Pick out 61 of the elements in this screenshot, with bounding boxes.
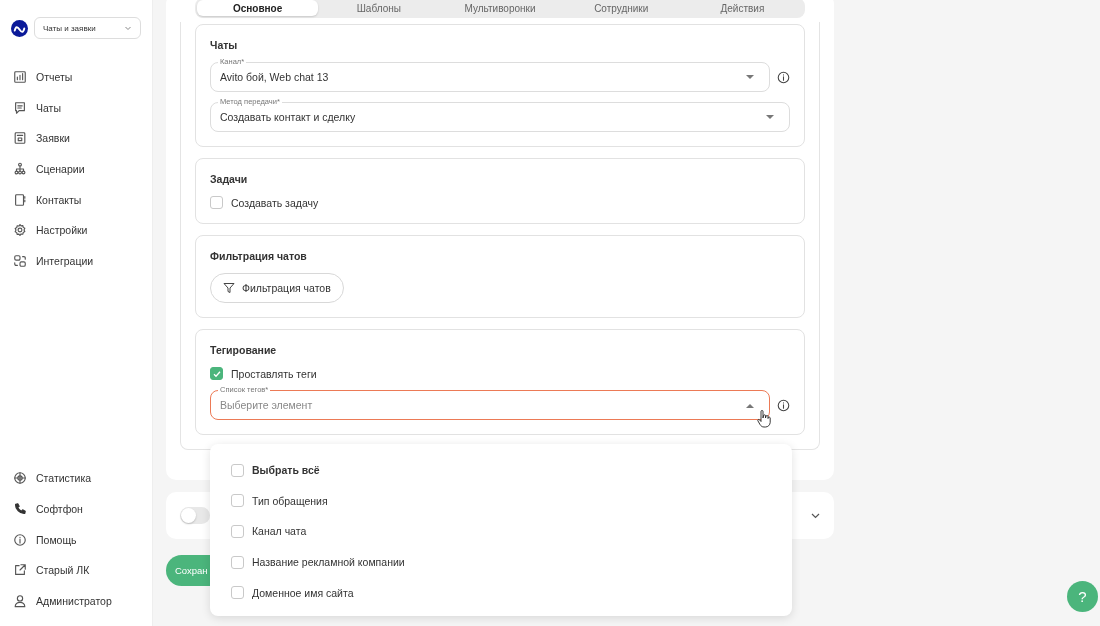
- book-icon: [13, 192, 27, 207]
- dropdown-option[interactable]: Канал чата: [210, 516, 792, 547]
- section-title: Фильтрация чатов: [210, 250, 308, 262]
- nav-item[interactable]: Контакты: [11, 184, 141, 215]
- chevron-down-icon[interactable]: [811, 512, 820, 519]
- settings-icon: [13, 223, 27, 238]
- caret-down-icon: [746, 74, 754, 80]
- checkbox[interactable]: [231, 555, 244, 569]
- info-icon[interactable]: [777, 398, 790, 412]
- checkbox[interactable]: [210, 196, 223, 209]
- caret-up-icon: [746, 402, 754, 408]
- toggle-switch[interactable]: [180, 507, 210, 524]
- checkmark-icon: [211, 368, 222, 379]
- caret-down-icon: [766, 114, 774, 120]
- phone-icon: [13, 501, 27, 516]
- checkbox-label: Проставлять теги: [231, 367, 317, 380]
- dropdown-option[interactable]: Название рекламной компании: [210, 546, 792, 578]
- hand-cursor-icon: [757, 410, 771, 428]
- chart-icon: [13, 70, 27, 85]
- nav-item[interactable]: Старый ЛК: [11, 554, 141, 586]
- checkbox[interactable]: [210, 367, 223, 380]
- hierarchy-icon: [13, 162, 27, 177]
- info-icon[interactable]: [777, 70, 790, 84]
- form-icon: [13, 131, 27, 146]
- section-title: Чаты: [210, 39, 239, 51]
- filter-button[interactable]: Фильтрация чатов: [210, 273, 344, 303]
- checkbox[interactable]: [231, 586, 244, 600]
- nav-item[interactable]: Администратор: [11, 585, 141, 616]
- nav-item[interactable]: Заявки: [11, 123, 141, 154]
- filter-icon: [223, 282, 235, 294]
- dropdown-option[interactable]: Тип обращения: [210, 485, 792, 517]
- section-title: Задачи: [210, 173, 249, 185]
- nav-item[interactable]: Отчеты: [11, 62, 141, 93]
- tab[interactable]: Сотрудники: [560, 0, 682, 16]
- external-link-icon: [13, 563, 27, 578]
- dropdown-option[interactable]: Выбрать всё: [210, 455, 792, 486]
- chevron-down-icon: [124, 24, 132, 32]
- link-icon: [13, 253, 27, 268]
- section-title: Тегирование: [210, 344, 278, 356]
- message-icon: [13, 100, 27, 115]
- dropdown-option[interactable]: Доменное имя сайта: [210, 577, 792, 608]
- nav-item[interactable]: Чаты: [11, 92, 141, 124]
- nav-item[interactable]: Сценарии: [11, 153, 141, 185]
- nav-item[interactable]: Помощь: [11, 524, 141, 555]
- nav-item[interactable]: Настройки: [11, 214, 141, 246]
- tab[interactable]: Основное: [197, 0, 319, 16]
- globe-icon: [13, 471, 27, 486]
- nav-item[interactable]: Интеграции: [11, 245, 141, 277]
- tab[interactable]: Действия: [681, 0, 803, 16]
- checkbox[interactable]: [231, 463, 244, 477]
- tab[interactable]: Шаблоны: [318, 0, 440, 16]
- user-icon: [13, 593, 27, 608]
- checkbox[interactable]: [231, 525, 244, 538]
- checkbox[interactable]: [231, 494, 244, 508]
- product-select[interactable]: Чаты и заявки: [34, 17, 141, 39]
- checkbox-label: Создавать задачу: [231, 196, 319, 209]
- nav-item[interactable]: Статистика: [11, 463, 141, 494]
- logo-icon: [11, 19, 28, 37]
- nav-item[interactable]: Софтфон: [11, 493, 141, 525]
- info-icon: [13, 532, 27, 547]
- tab[interactable]: Мультиворонки: [439, 0, 561, 16]
